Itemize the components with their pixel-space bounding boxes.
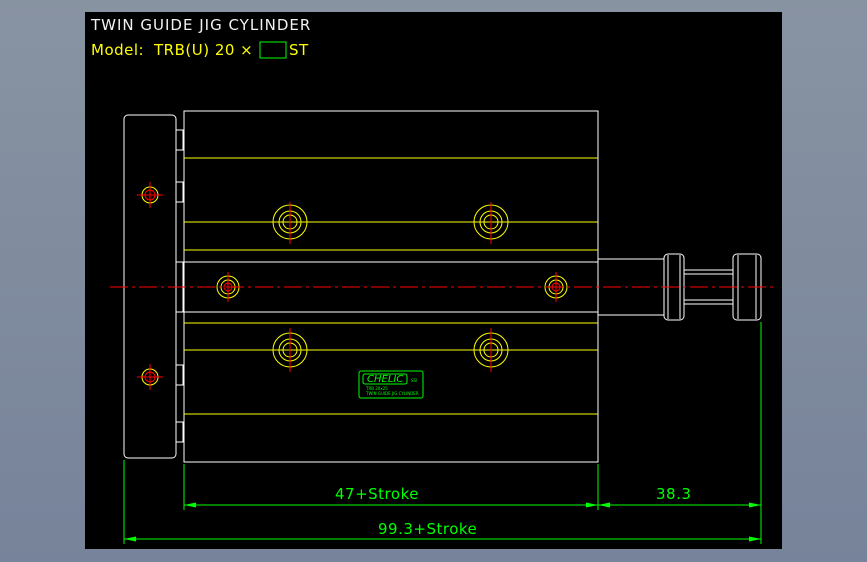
nameplate-desc-line: TWIN GUIDE JIG CYLINDER: [365, 391, 419, 396]
model-suffix: ST: [289, 41, 309, 59]
dim-body-length: 47+Stroke: [335, 485, 419, 503]
dimension-lines: [123, 322, 762, 544]
cylinder-body: [183, 110, 599, 463]
cad-drawing: TWIN GUIDE JIG CYLINDER Model: TRB(U) 20…: [90, 16, 775, 544]
nameplate-brand-sub: SSI: [411, 378, 417, 383]
dim-overall-length: 99.3+Stroke: [378, 520, 477, 538]
nameplate: CHELIC SSI TRB 20x25 TWIN GUIDE JIG CYLI…: [358, 370, 424, 399]
model-label: Model:: [91, 41, 144, 59]
cad-viewport[interactable]: TWIN GUIDE JIG CYLINDER Model: TRB(U) 20…: [85, 12, 782, 549]
nameplate-brand: CHELIC: [367, 374, 403, 385]
stroke-input-box: [259, 41, 287, 59]
model-code: TRB(U) 20 ×: [153, 41, 253, 59]
drawing-title: TWIN GUIDE JIG CYLINDER: [90, 16, 311, 34]
end-plate-hole-top: [137, 182, 163, 208]
dim-rod-extension: 38.3: [656, 485, 691, 503]
body-hole-top-left: [272, 202, 308, 244]
body-hole-top-right: [473, 202, 509, 244]
end-plate-hole-bottom: [137, 364, 163, 390]
